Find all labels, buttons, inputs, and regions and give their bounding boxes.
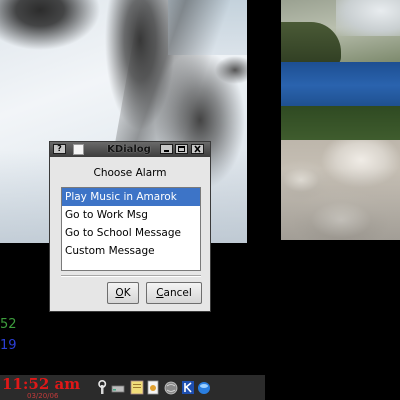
- title-bar[interactable]: ? KDialog: [50, 142, 210, 157]
- blue-counter: 19: [0, 338, 17, 353]
- green-counter: 52: [0, 317, 17, 332]
- photo-fade: [281, 0, 400, 240]
- maximize-icon: [178, 146, 185, 152]
- kde-k-icon[interactable]: [181, 380, 195, 395]
- close-button[interactable]: [191, 144, 204, 154]
- clock-time[interactable]: 11:52 am: [2, 375, 80, 393]
- globe-icon[interactable]: [164, 380, 178, 395]
- close-icon: [194, 145, 201, 153]
- help-button[interactable]: ?: [53, 144, 66, 154]
- clock-date: 03/20/06: [27, 392, 59, 400]
- list-item-play-music[interactable]: Play Music in Amarok: [62, 188, 200, 206]
- ok-mnemonic: O: [115, 287, 124, 299]
- ok-button[interactable]: OK: [107, 282, 139, 304]
- taskbar: 11:52 am 03/20/06: [0, 375, 265, 400]
- minimize-icon: [164, 150, 169, 152]
- blue-orb-icon[interactable]: [197, 380, 211, 395]
- separator: [61, 275, 201, 277]
- lake-wallpaper: [281, 0, 400, 240]
- note-icon[interactable]: [130, 380, 144, 395]
- list-item-work-msg[interactable]: Go to Work Msg: [62, 206, 200, 224]
- window-menu-icon[interactable]: [73, 144, 84, 155]
- kdialog-window: ? KDialog Choose Alarm Play Music in Ama…: [49, 141, 211, 312]
- alarm-list[interactable]: Play Music in Amarok Go to Work Msg Go t…: [61, 187, 201, 271]
- minimize-button[interactable]: [160, 144, 173, 154]
- maximize-button[interactable]: [175, 144, 188, 154]
- window-title: KDialog: [107, 144, 151, 155]
- drive-icon[interactable]: [111, 380, 125, 395]
- list-item-school-message[interactable]: Go to School Message: [62, 224, 200, 242]
- prompt-label: Choose Alarm: [93, 167, 167, 179]
- cancel-label-rest: ancel: [163, 287, 192, 299]
- cancel-button[interactable]: Cancel: [146, 282, 202, 304]
- tool-icon[interactable]: [95, 380, 109, 395]
- cancel-mnemonic: C: [156, 287, 164, 299]
- ok-label-rest: K: [123, 287, 131, 299]
- document-icon[interactable]: [146, 380, 160, 395]
- list-item-custom-message[interactable]: Custom Message: [62, 242, 200, 260]
